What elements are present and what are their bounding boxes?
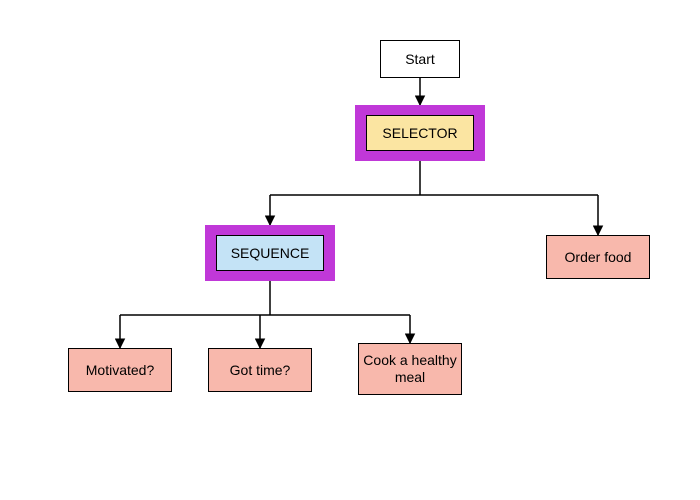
node-motivated: Motivated? <box>68 348 172 392</box>
node-start-label: Start <box>405 51 435 68</box>
node-selector: SELECTOR <box>355 105 485 161</box>
node-sequence: SEQUENCE <box>205 225 335 281</box>
node-selector-inner: SELECTOR <box>366 115 474 151</box>
node-got-time-label: Got time? <box>230 362 291 379</box>
node-order-food: Order food <box>546 235 650 279</box>
node-order-food-label: Order food <box>565 249 632 266</box>
node-got-time: Got time? <box>208 348 312 392</box>
node-cook-label: Cook a healthy meal <box>359 352 461 386</box>
node-motivated-label: Motivated? <box>86 362 154 379</box>
node-selector-label: SELECTOR <box>382 125 457 142</box>
node-sequence-inner: SEQUENCE <box>216 235 324 271</box>
node-start: Start <box>380 40 460 78</box>
node-cook: Cook a healthy meal <box>358 343 462 395</box>
node-sequence-label: SEQUENCE <box>231 245 310 262</box>
